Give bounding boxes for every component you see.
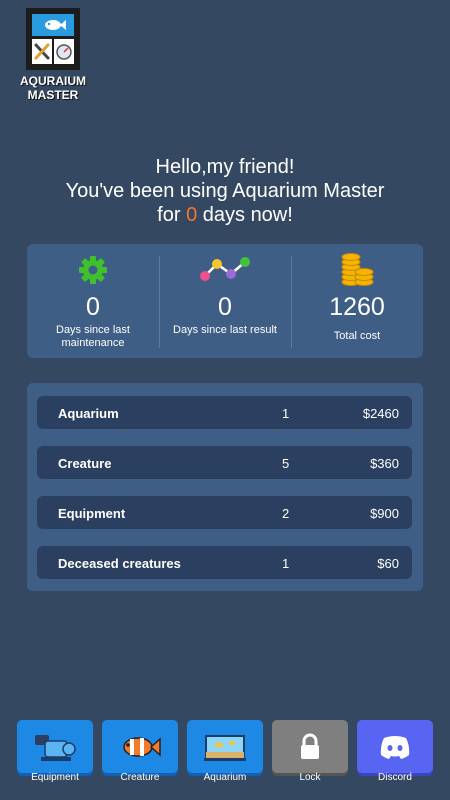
row-name: Deceased creatures (58, 556, 181, 571)
logo-tools-cell (32, 39, 52, 64)
nav-equipment-button[interactable] (17, 720, 93, 773)
summary-row-aquarium[interactable]: Aquarium 1 $2460 (37, 396, 412, 429)
summary-row-deceased[interactable]: Deceased creatures 1 $60 (37, 546, 412, 579)
days-count: 0 (186, 204, 198, 226)
nav-discord-button[interactable] (357, 720, 433, 773)
logo-gauge-cell (54, 39, 74, 64)
pump-icon (35, 734, 76, 761)
nav-label: Aquarium (203, 772, 247, 783)
logo-text: AQURAIUM MASTER (20, 74, 86, 102)
bottom-nav: Equipment Creature Aquarium Lock Discord (0, 715, 450, 800)
row-count: 1 (282, 406, 290, 421)
nav-label: Lock (299, 772, 321, 783)
stat-maintenance[interactable]: 0 Days since last maintenance (27, 244, 159, 358)
stat-result[interactable]: 0 Days since last result (159, 244, 291, 358)
fish-icon (45, 20, 66, 30)
row-name: Equipment (58, 506, 126, 521)
row-amount: $360 (370, 456, 399, 471)
row-count: 2 (282, 506, 290, 521)
gauge-icon (56, 44, 72, 60)
row-name: Creature (58, 456, 112, 471)
discord-icon (380, 735, 410, 759)
stat-value: 0 (218, 293, 232, 321)
greeting-line2: You've been using Aquarium Master (65, 180, 385, 202)
nav-aquarium-button[interactable] (187, 720, 263, 773)
stat-value: 0 (86, 293, 100, 321)
nav-creature-button[interactable] (102, 720, 178, 773)
row-count: 1 (282, 556, 290, 571)
fish-tank-icon (204, 734, 246, 761)
coins-icon (341, 253, 374, 286)
nav-label: Creature (120, 772, 160, 783)
summary-row-creature[interactable]: Creature 5 $360 (37, 446, 412, 479)
greeting-prefix: for (157, 204, 187, 226)
row-name: Aquarium (58, 406, 119, 421)
line-graph-icon (200, 257, 250, 281)
tools-icon (34, 43, 50, 60)
nav-lock-button[interactable] (272, 720, 348, 773)
stat-label: Days since last result (173, 324, 277, 336)
row-amount: $60 (377, 556, 399, 571)
logo-frame (26, 8, 80, 70)
row-amount: $900 (370, 506, 399, 521)
nav-label: Discord (378, 772, 412, 783)
nav-label: Equipment (31, 772, 79, 783)
greeting-suffix: days now! (197, 204, 293, 226)
stat-label: Total cost (333, 330, 381, 342)
lock-icon (301, 733, 319, 759)
row-count: 5 (282, 456, 290, 471)
logo-line1: AQURAIUM (20, 74, 86, 88)
stat-total-cost[interactable]: 1260 Total cost (291, 244, 423, 358)
greeting-line3: for 0 days now! (0, 203, 450, 227)
logo-fish-panel (32, 14, 74, 36)
app-logo: AQURAIUM MASTER (20, 6, 86, 106)
clownfish-icon (123, 736, 161, 757)
stat-label: Days since last maintenance (56, 324, 130, 349)
logo-line2: MASTER (27, 88, 79, 102)
summary-row-equipment[interactable]: Equipment 2 $900 (37, 496, 412, 529)
row-amount: $2460 (362, 406, 399, 421)
stats-card: 0 Days since last maintenance 0 Days sin… (27, 244, 423, 358)
gear-icon (79, 256, 107, 284)
stat-value: 1260 (329, 293, 385, 321)
greeting: Hello,my friend! You've been using Aquar… (0, 155, 450, 227)
greeting-line1: Hello,my friend! (155, 156, 295, 178)
summary-list: Aquarium 1 $2460 Creature 5 $360 Equipme… (27, 383, 423, 591)
